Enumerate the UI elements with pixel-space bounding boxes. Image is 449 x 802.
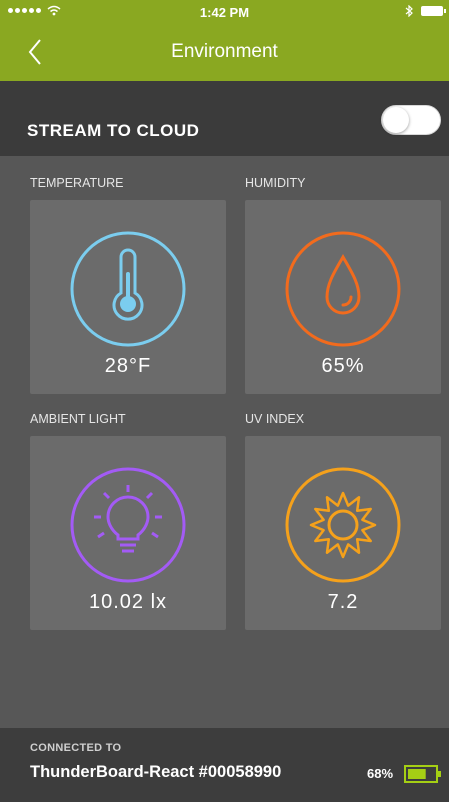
page-title: Environment bbox=[171, 41, 278, 62]
phone-battery-icon bbox=[421, 6, 446, 16]
temperature-value: 28°F bbox=[104, 355, 152, 377]
device-name: ThunderBoard-React #00058990 bbox=[30, 763, 282, 781]
bluetooth-icon bbox=[405, 5, 413, 17]
temperature-tile[interactable]: 28°F bbox=[30, 200, 226, 394]
toggle-knob bbox=[383, 107, 409, 133]
humidity-label: HUMIDITY bbox=[245, 176, 306, 190]
stream-to-cloud-toggle[interactable] bbox=[381, 105, 441, 135]
status-time: 1:42 PM bbox=[199, 5, 250, 20]
ambient-light-tile[interactable]: 10.02 lx bbox=[30, 436, 226, 630]
ambient-light-value: 10.02 lx bbox=[88, 591, 168, 613]
lightbulb-icon bbox=[70, 467, 186, 583]
connected-to-caption: CONNECTED TO bbox=[30, 742, 122, 754]
sun-icon bbox=[285, 467, 401, 583]
ambient-light-label: AMBIENT LIGHT bbox=[30, 412, 126, 426]
stream-to-cloud-row: STREAM TO CLOUD bbox=[0, 81, 449, 156]
sensor-grid: TEMPERATURE 28°F HUMIDITY 65% AMBIENT LI… bbox=[0, 156, 449, 728]
droplet-icon bbox=[285, 231, 401, 347]
humidity-value: 65% bbox=[321, 355, 365, 377]
device-battery-icon bbox=[404, 765, 441, 783]
thermometer-icon bbox=[70, 231, 186, 347]
status-right bbox=[405, 5, 446, 17]
stream-to-cloud-label: STREAM TO CLOUD bbox=[27, 121, 200, 140]
nav-bar: Environment bbox=[0, 24, 449, 81]
uv-index-tile[interactable]: 7.2 bbox=[245, 436, 441, 630]
status-bar: 1:42 PM bbox=[0, 0, 449, 24]
connection-footer: CONNECTED TO ThunderBoard-React #0005899… bbox=[0, 728, 449, 802]
device-battery-percent: 68% bbox=[367, 766, 394, 781]
uv-index-label: UV INDEX bbox=[245, 412, 305, 426]
humidity-tile[interactable]: 65% bbox=[245, 200, 441, 394]
temperature-label: TEMPERATURE bbox=[30, 176, 124, 190]
uv-index-value: 7.2 bbox=[327, 591, 359, 613]
